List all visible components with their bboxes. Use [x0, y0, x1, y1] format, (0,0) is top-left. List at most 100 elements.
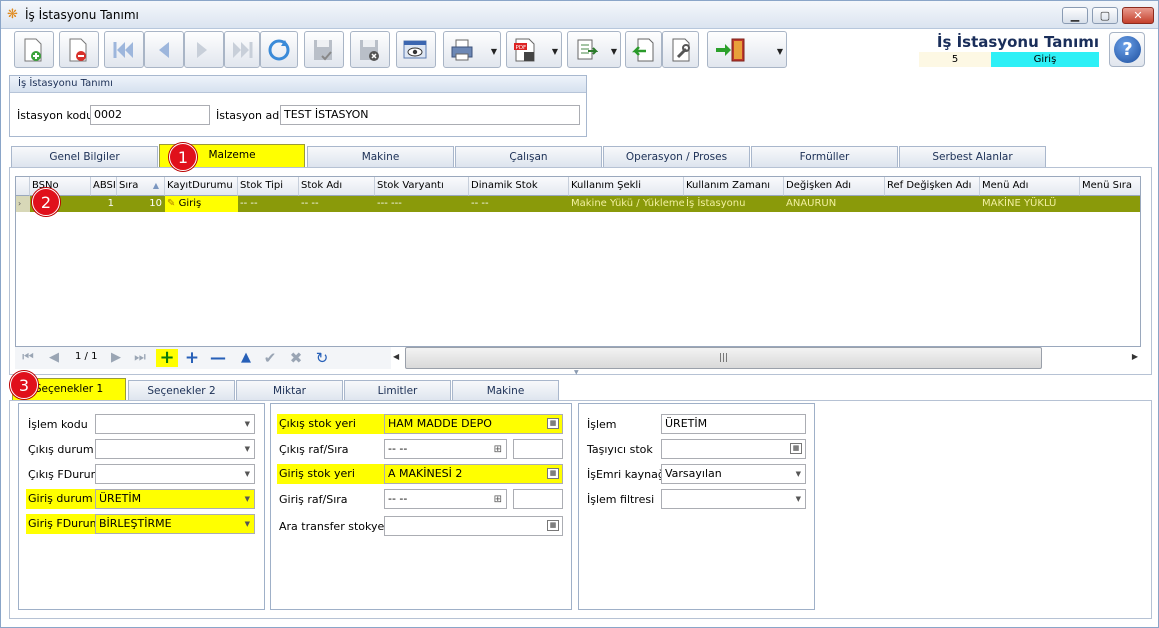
cell-sira: 10	[149, 198, 162, 209]
nav-next-icon[interactable]: ▶	[107, 349, 125, 367]
tab-serbest-alanlar[interactable]: Serbest Alanlar	[899, 146, 1046, 167]
annotation-badge-3: 3	[10, 371, 38, 399]
lookup-icon[interactable]: ▦	[547, 418, 559, 429]
cikis-fdurum-select[interactable]: ▼	[95, 464, 255, 484]
islem-filtresi-select[interactable]: ▼	[661, 489, 806, 509]
horizontal-scrollbar[interactable]: ◀ ||| ▶	[391, 347, 1141, 369]
nav-prev-icon[interactable]: ◀	[45, 349, 63, 367]
tree-lookup-icon[interactable]: ⊞	[494, 491, 502, 508]
grid-header-stok-tipi[interactable]: Stok Tipi	[238, 177, 299, 196]
help-button[interactable]: ?	[1109, 32, 1145, 67]
tab-genel-bilgiler[interactable]: Genel Bilgiler	[11, 146, 158, 167]
cell-stok-varyanti: --- ---	[377, 198, 402, 209]
minimize-button[interactable]: ▁	[1062, 7, 1088, 24]
giris-stok-yeri-input[interactable]: A MAKİNESİ 2 ▦	[384, 464, 563, 484]
grid-header-menu-adi[interactable]: Menü Adı	[980, 177, 1080, 196]
tab-miktar[interactable]: Miktar	[236, 380, 343, 401]
refresh-button[interactable]	[260, 31, 298, 68]
grid-header-sira[interactable]: Sıra ▲	[117, 177, 165, 196]
tab-makine[interactable]: Makine	[307, 146, 454, 167]
cikis-raf-label: Çıkış raf/Sıra	[279, 443, 349, 456]
butterfly-icon: ❋	[7, 7, 18, 22]
lookup-icon[interactable]: ▦	[547, 468, 559, 479]
export-pdf-button[interactable]: PDF ▼	[506, 31, 562, 68]
nav-insert-icon[interactable]: +	[183, 349, 201, 367]
exit-button[interactable]: ▼	[707, 31, 787, 68]
chevron-down-icon: ▼	[610, 47, 617, 56]
maximize-button[interactable]: ▢	[1092, 7, 1118, 24]
giris-fdurum-select[interactable]: BİRLEŞTİRME ▼	[95, 514, 255, 534]
save-button[interactable]	[304, 31, 344, 68]
grid-header-absi[interactable]: ABSI	[91, 177, 117, 196]
islem-kodu-select[interactable]: ▼	[95, 414, 255, 434]
delete-record-button[interactable]	[59, 31, 99, 68]
cancel-save-button[interactable]	[350, 31, 390, 68]
cikis-stok-yeri-value: HAM MADDE DEPO	[388, 417, 492, 430]
isemri-kaynagi-select[interactable]: Varsayılan ▼	[661, 464, 806, 484]
row-indicator-icon: ›	[16, 196, 30, 212]
import-button[interactable]	[625, 31, 662, 68]
nav-cancel-icon[interactable]: ✖	[287, 349, 305, 367]
islem-input[interactable]: ÜRETİM	[661, 414, 806, 434]
import-icon	[632, 38, 654, 62]
grid-header-kullanim-sekli[interactable]: Kullanım Şekli	[569, 177, 684, 196]
tasiyici-stok-input[interactable]: ▦	[661, 439, 806, 459]
nav-first-icon[interactable]: ⏮	[19, 349, 37, 367]
svg-text:PDF: PDF	[516, 45, 527, 51]
exit-door-icon	[716, 38, 745, 62]
nav-last-icon[interactable]: ⏭	[131, 349, 149, 367]
cikis-raf-input[interactable]: -- -- ⊞	[384, 439, 507, 459]
previous-record-button[interactable]	[144, 31, 184, 68]
grid-header-degisken-adi[interactable]: Değişken Adı	[784, 177, 885, 196]
print-button[interactable]: ▼	[443, 31, 501, 68]
tab-calisan[interactable]: Çalışan	[455, 146, 602, 167]
nav-edit-icon[interactable]: ▲	[237, 349, 255, 367]
giris-raf-input[interactable]: -- -- ⊞	[384, 489, 507, 509]
grid-header-menu-sira[interactable]: Menü Sıra	[1080, 177, 1140, 196]
export-button[interactable]: ▼	[567, 31, 621, 68]
grid-header-kayitdurumu[interactable]: KayıtDurumu	[165, 177, 238, 196]
station-name-input[interactable]: TEST İSTASYON	[280, 105, 580, 125]
settings-button[interactable]	[662, 31, 699, 68]
nav-append-icon[interactable]: +	[156, 349, 178, 367]
nav-post-icon[interactable]: ✔	[261, 349, 279, 367]
preview-button[interactable]	[396, 31, 436, 68]
last-record-button[interactable]	[224, 31, 260, 68]
tab-secenekler-2[interactable]: Seçenekler 2	[128, 380, 235, 401]
tab-sub-makine[interactable]: Makine	[452, 380, 559, 401]
grid-header-stok-varyanti[interactable]: Stok Varyantı	[375, 177, 469, 196]
grid-header-ref-degisken-adi[interactable]: Ref Değişken Adı	[885, 177, 980, 196]
giris-durum-select[interactable]: ÜRETİM ▼	[95, 489, 255, 509]
ara-transfer-input[interactable]: ▦	[384, 516, 563, 536]
export-icon	[577, 39, 598, 60]
giris-sira-input[interactable]	[513, 489, 563, 509]
new-record-button[interactable]	[14, 31, 54, 68]
material-grid[interactable]: BSNo ABSI Sıra ▲ KayıtDurumu Stok Tipi St…	[15, 176, 1141, 347]
cikis-stok-yeri-input[interactable]: HAM MADDE DEPO ▦	[384, 414, 563, 434]
tab-limitler[interactable]: Limitler	[344, 380, 451, 401]
splitter-icon[interactable]: ▼	[574, 369, 579, 376]
tab-formuller[interactable]: Formüller	[751, 146, 898, 167]
cikis-durum-select[interactable]: ▼	[95, 439, 255, 459]
first-record-button[interactable]	[104, 31, 144, 68]
scroll-right-icon[interactable]: ▶	[1132, 352, 1138, 361]
scroll-thumb[interactable]: |||	[405, 347, 1042, 369]
grid-header-dinamik-stok[interactable]: Dinamik Stok	[469, 177, 569, 196]
chevron-down-icon: ▼	[244, 470, 250, 478]
cikis-sira-input[interactable]	[513, 439, 563, 459]
lookup-icon[interactable]: ▦	[547, 520, 559, 531]
giris-fdurum-value: BİRLEŞTİRME	[99, 517, 172, 530]
lookup-icon[interactable]: ▦	[790, 443, 802, 454]
tab-operasyon-proses[interactable]: Operasyon / Proses	[603, 146, 750, 167]
close-button[interactable]: ✕	[1122, 7, 1154, 24]
nav-refresh-icon[interactable]: ↻	[313, 349, 331, 367]
grid-header-stok-adi[interactable]: Stok Adı	[299, 177, 375, 196]
form-title: İş İstasyonu Tanımı	[936, 33, 1099, 51]
scroll-left-icon[interactable]: ◀	[393, 352, 399, 361]
grid-header-kullanim-zamani[interactable]: Kullanım Zamanı	[684, 177, 784, 196]
cell-kayitdurumu: ✎ Giriş	[165, 196, 238, 212]
next-record-button[interactable]	[184, 31, 224, 68]
nav-delete-icon[interactable]: —	[209, 349, 227, 367]
station-code-input[interactable]: 0002	[90, 105, 210, 125]
tree-lookup-icon[interactable]: ⊞	[494, 441, 502, 458]
